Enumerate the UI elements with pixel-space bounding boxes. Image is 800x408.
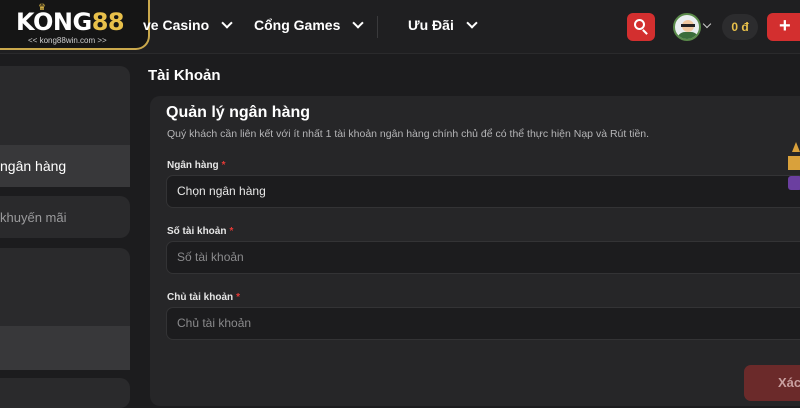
promo-badge-icon[interactable] [786, 138, 800, 198]
nav-divider [377, 16, 378, 38]
bank-label: Ngân hàng * [167, 160, 226, 171]
nav-live-casino[interactable]: ve Casino [143, 17, 233, 33]
sidebar-item-bank[interactable]: ngân hàng [0, 158, 66, 174]
deposit-plus-button[interactable]: + [767, 13, 800, 41]
sidebar-group-3 [0, 378, 130, 408]
search-button[interactable] [627, 13, 655, 41]
account-holder-label: Chủ tài khoản * [167, 292, 241, 303]
plus-icon: + [779, 15, 791, 37]
sidebar-item-promo-label: khuyến mãi [0, 210, 67, 225]
page-title: Tài Khoản [148, 67, 221, 84]
confirm-button[interactable]: Xác [744, 365, 800, 401]
logo-subtitle: << kong88win.com >> [28, 36, 107, 45]
top-bar: ♛ KONG88 << kong88win.com >> ve Casino C… [0, 0, 800, 54]
account-holder-input[interactable]: Chủ tài khoản [166, 307, 800, 340]
chevron-down-icon[interactable] [702, 19, 712, 29]
panel-title: Quản lý ngân hàng [166, 104, 311, 121]
bank-select[interactable]: Chọn ngân hàng [166, 175, 800, 208]
logo[interactable]: ♛ KONG88 << kong88win.com >> [0, 0, 150, 50]
chevron-down-icon [352, 17, 365, 29]
balance-badge[interactable]: 0 đ [722, 14, 758, 40]
avatar[interactable] [673, 13, 701, 41]
sidebar-group-2 [0, 248, 130, 370]
chevron-down-icon [221, 17, 233, 29]
nav-uu-dai[interactable]: Ưu Đãi [408, 17, 478, 33]
account-number-label: Số tài khoản * [167, 226, 234, 237]
logo-text: KONG88 [16, 8, 125, 36]
nav-cong-games[interactable]: Cổng Games [254, 17, 365, 33]
chevron-down-icon [466, 17, 478, 29]
panel-description: Quý khách cần liên kết với ít nhất 1 tài… [167, 128, 650, 140]
sidebar-item-highlight[interactable] [0, 326, 130, 370]
account-number-input[interactable]: Số tài khoản [166, 241, 800, 274]
